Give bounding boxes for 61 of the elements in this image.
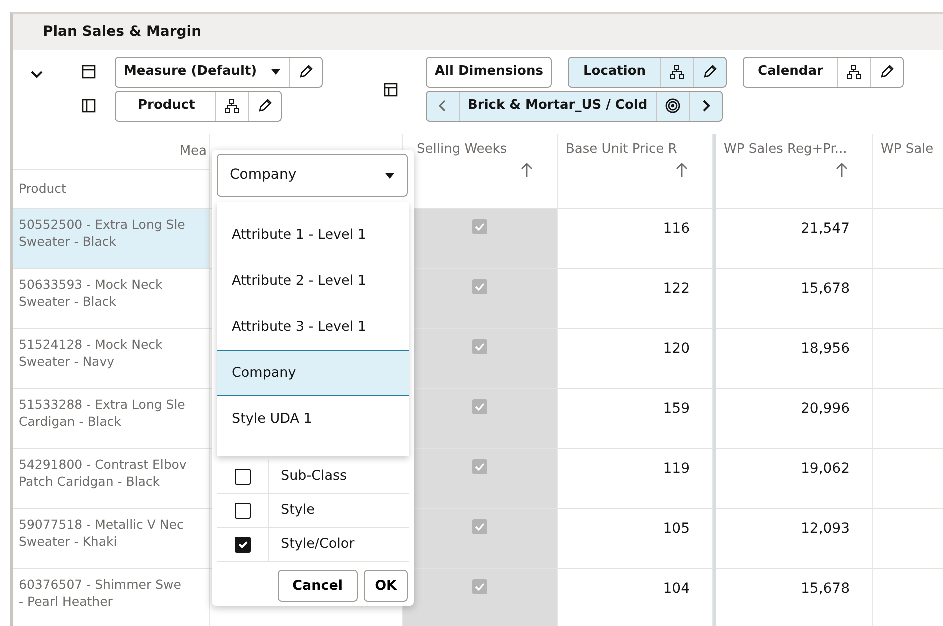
pencil-icon [298,64,314,80]
checkbox-checked-icon[interactable] [472,519,488,535]
sort-ascending-icon[interactable] [674,162,690,178]
dropdown-option[interactable]: Style UDA 1 [217,396,409,442]
product-cell[interactable]: 51524128 - Mock Neck Sweater - Navy [13,329,210,389]
product-cell[interactable]: 59077518 - Metallic V Nec Sweater - Khaki [13,509,210,569]
pencil-icon [879,64,896,80]
table-cell: 21,547 [716,209,873,269]
table-cell: 15,678 [716,569,873,626]
checkbox-checked-icon[interactable] [472,399,488,415]
ok-button[interactable]: OK [364,570,408,602]
pencil-icon [257,98,274,114]
checkbox-checked-icon[interactable] [472,459,488,475]
product-cell[interactable]: 51533288 - Extra Long Sle Cardigan - Black [13,389,210,449]
product-cell[interactable]: 50552500 - Extra Long Sle Sweater - Black [13,209,210,269]
dimension-button[interactable]: Location [569,58,660,86]
hierarchy-icon [224,98,240,114]
caret-icon [271,69,282,75]
select-field[interactable]: Company [217,154,408,197]
dimension-button[interactable]: Calendar [744,58,838,86]
dropdown-option[interactable]: Attribute 2 - Level 1 [217,258,409,304]
target-icon [664,98,681,114]
pivot-icon[interactable] [383,82,399,98]
panel-icon[interactable] [81,98,97,114]
pencil-icon [702,64,718,80]
checkbox-checked-icon[interactable] [472,339,488,355]
checkbox-checked-icon[interactable] [472,279,488,295]
level-label: Style/Color [280,535,355,554]
hierarchy-icon [669,64,686,80]
level-label: Sub-Class [280,467,348,486]
table-cell: 15,678 [716,269,873,329]
checkbox[interactable] [234,536,250,552]
table-cell: 20,996 [716,389,873,449]
sort-ascending-icon[interactable] [519,162,535,178]
layout-icon[interactable] [81,64,97,80]
checkbox[interactable] [234,502,250,518]
product-cell[interactable]: 60376507 - Shimmer Swe - Pearl Heather [13,569,210,626]
level-label: Style [280,501,315,520]
dropdown-option[interactable]: Company [217,350,409,396]
dropdown-option[interactable]: Attribute 3 - Level 1 [217,304,409,350]
checkbox-checked-icon[interactable] [472,219,488,235]
product-cell[interactable]: 54291800 - Contrast Elbov Patch Caridgan - Black [13,449,210,509]
column-header[interactable]: WP Sale [873,134,943,209]
checkbox-checked-icon[interactable] [472,579,488,595]
table-cell: 12,093 [716,509,873,569]
caret-icon [385,172,395,178]
page-title: Plan Sales & Margin [13,14,943,50]
sort-ascending-icon[interactable] [834,162,850,178]
dropdown-option[interactable]: Attribute 1 - Level 1 [217,212,409,258]
table-cell: 18,956 [716,329,873,389]
product-cell[interactable]: 50633593 - Mock Neck Sweater - Black [13,269,210,329]
row-header-label: Product [18,180,68,198]
checkbox[interactable] [234,468,250,484]
table-cell: 19,062 [716,449,873,509]
hierarchy-icon [846,64,862,80]
location-path: Brick & Mortar_US / Cold [459,92,656,120]
column-header: Mea [180,142,208,161]
dimension-button[interactable]: All Dimensions [426,56,552,88]
column-header[interactable]: WP Sales Reg+Pr... [716,134,873,209]
cancel-button[interactable]: Cancel [278,570,358,602]
product-label: Product [137,97,196,116]
